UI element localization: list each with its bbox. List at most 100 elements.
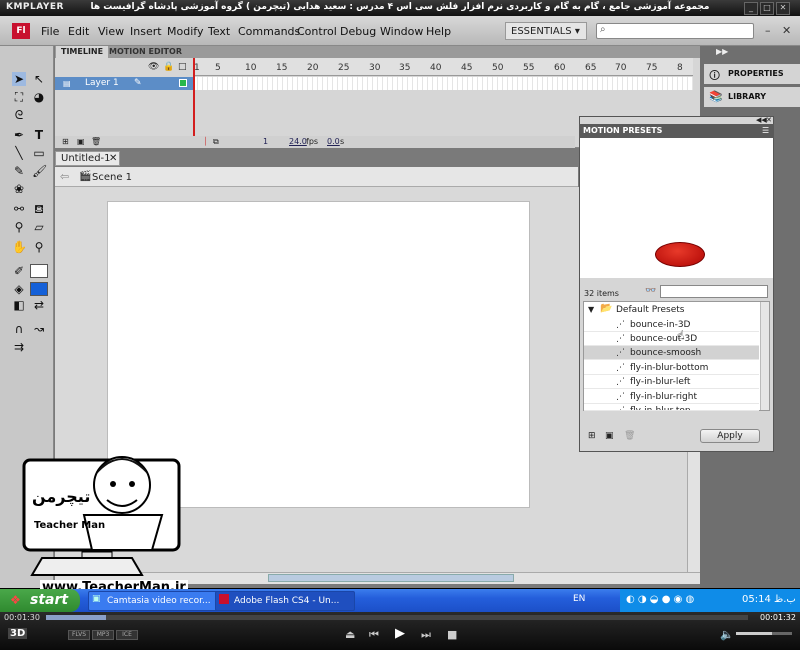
dock-properties-label: PROPERTIES xyxy=(728,69,784,78)
menu-insert[interactable]: Insert xyxy=(130,25,162,38)
preset-list-scrollbar[interactable] xyxy=(760,302,769,410)
new-layer-icon[interactable]: ⊞ xyxy=(62,136,69,148)
play-icon[interactable]: ▶ xyxy=(395,626,405,641)
fps-value[interactable]: 24.0 xyxy=(289,136,307,148)
swap-colors-icon[interactable]: ⇄ xyxy=(32,298,46,312)
outline-icon[interactable]: □ xyxy=(178,62,187,72)
list-item[interactable]: ⋰ fly-in-blur-top xyxy=(584,404,759,411)
frame-number: 15 xyxy=(276,63,288,73)
black-white-icon[interactable]: ◧ xyxy=(12,298,26,312)
tray-icons[interactable]: ◐ ◑ ◒ ● ◉ ◍ xyxy=(626,594,694,605)
close-app-icon[interactable]: ✕ xyxy=(782,24,791,37)
preset-search-input[interactable] xyxy=(660,285,768,298)
selection-tool-icon[interactable]: ➤ xyxy=(12,72,26,86)
bone-icon[interactable]: ⚯ xyxy=(12,202,26,216)
new-folder-preset-icon[interactable]: ▣ xyxy=(605,431,614,441)
list-item-selected[interactable]: ⋰ bounce-smoosh xyxy=(584,346,759,360)
new-folder-icon[interactable]: ▣ xyxy=(77,136,85,148)
layer-row[interactable]: Layer 1 xyxy=(55,77,193,90)
lasso-icon[interactable]: ᘓ xyxy=(12,108,26,122)
menu-text[interactable]: Text xyxy=(208,25,230,38)
menu-debug[interactable]: Debug xyxy=(340,25,376,38)
help-search-input[interactable]: ⌕ xyxy=(596,23,754,39)
list-item[interactable]: ⋰ fly-in-blur-bottom xyxy=(584,361,759,375)
fill-swatch[interactable] xyxy=(30,282,48,296)
menu-help[interactable]: Help xyxy=(426,25,451,38)
save-preset-icon[interactable]: ⊞ xyxy=(588,431,596,441)
3d-badge[interactable]: 3D xyxy=(8,628,28,639)
pen-icon[interactable]: ✒ xyxy=(12,128,26,142)
list-item[interactable]: ⋰ bounce-in-3D xyxy=(584,318,759,332)
task-camtasia[interactable]: Camtasia video recor... xyxy=(88,591,228,611)
list-item[interactable]: ⋰ bounce-out-3D xyxy=(584,332,759,346)
tab-motion-editor[interactable]: MOTION EDITOR xyxy=(104,46,187,58)
previous-icon[interactable]: ⏮ xyxy=(369,628,379,642)
menu-window[interactable]: Window xyxy=(380,25,423,38)
list-item[interactable]: ⋰ fly-in-blur-left xyxy=(584,375,759,389)
document-tab-label: Untitled-1 xyxy=(61,153,111,164)
back-arrow-icon[interactable]: ⇦ xyxy=(60,170,69,183)
layer-outline-color[interactable] xyxy=(179,79,187,87)
eraser-icon[interactable]: ▱ xyxy=(32,220,46,234)
pencil-icon[interactable]: ✎ xyxy=(12,164,26,178)
horizontal-scroll-thumb[interactable] xyxy=(268,574,514,582)
menu-file[interactable]: File xyxy=(41,25,59,38)
snap-magnet-icon[interactable]: ∩ xyxy=(12,322,26,336)
preview-ball xyxy=(655,242,705,267)
panel-close-icon[interactable]: ✕ xyxy=(766,116,772,124)
elapsed-time[interactable]: 0.0 xyxy=(327,136,340,148)
menu-modify[interactable]: Modify xyxy=(167,25,203,38)
zoom-icon[interactable]: ⚲ xyxy=(32,240,46,254)
seek-bar[interactable] xyxy=(46,615,748,620)
folder-expand-icon[interactable]: ▼ xyxy=(588,305,594,314)
center-frame-icon[interactable]: ⏐ xyxy=(203,136,208,148)
hand-icon[interactable]: ✋ xyxy=(12,240,27,254)
straighten-icon[interactable]: ⇉ xyxy=(12,340,26,354)
language-indicator[interactable]: EN xyxy=(573,594,585,604)
maximize-icon[interactable]: □ xyxy=(760,2,774,15)
free-transform-icon[interactable]: ⛶ xyxy=(12,90,26,104)
lock-icon[interactable]: 🔒 xyxy=(163,62,174,72)
onion-skin-icon[interactable]: ⧉ xyxy=(213,136,219,148)
apply-button[interactable]: Apply xyxy=(700,429,760,443)
eyedropper-icon[interactable]: ⚲ xyxy=(12,220,26,234)
fill-color-icon[interactable]: ◈ xyxy=(12,282,26,296)
delete-preset-icon[interactable]: 🗑 xyxy=(624,431,635,441)
dock-expand-icon[interactable]: ▶▶ xyxy=(716,47,728,56)
brush-icon[interactable]: 🖌 xyxy=(32,164,47,178)
menu-control[interactable]: Control xyxy=(297,25,337,38)
playhead[interactable] xyxy=(193,58,195,136)
task-flash[interactable]: Adobe Flash CS4 - Un... xyxy=(215,591,355,611)
eye-icon[interactable]: 👁 xyxy=(148,62,159,72)
panel-menu-icon[interactable]: ☰ xyxy=(762,126,769,135)
close-tab-icon[interactable]: ✕ xyxy=(109,153,117,164)
eject-icon[interactable]: ⏏ xyxy=(345,628,355,641)
delete-layer-icon[interactable]: 🗑 xyxy=(91,136,101,148)
workspace-switcher[interactable]: ESSENTIALS ▾ xyxy=(505,22,587,40)
flvs-badge: FLVS xyxy=(68,630,90,640)
line-tool-icon[interactable]: ╲ xyxy=(12,146,26,160)
stroke-swatch[interactable] xyxy=(30,264,48,278)
tab-timeline[interactable]: TIMELINE xyxy=(56,46,109,58)
frame-strip[interactable] xyxy=(193,77,693,90)
3d-rotation-icon[interactable]: ◕ xyxy=(32,90,46,104)
close-icon[interactable]: ✕ xyxy=(776,2,790,15)
minimize-app-icon[interactable]: – xyxy=(765,24,771,37)
smooth-icon[interactable]: ↝ xyxy=(32,322,46,336)
menu-commands[interactable]: Commands xyxy=(238,25,300,38)
menu-edit[interactable]: Edit xyxy=(68,25,89,38)
stop-icon[interactable]: ■ xyxy=(447,628,457,641)
menu-view[interactable]: View xyxy=(98,25,124,38)
text-tool-icon[interactable]: T xyxy=(32,128,46,142)
stroke-color-icon[interactable]: ✐ xyxy=(12,264,26,278)
minimize-icon[interactable]: _ xyxy=(744,2,758,15)
rectangle-icon[interactable]: ▭ xyxy=(32,146,46,160)
next-icon[interactable]: ⏭ xyxy=(421,628,431,642)
subselection-tool-icon[interactable]: ↖ xyxy=(32,72,46,86)
paint-bucket-icon[interactable]: ⛾ xyxy=(32,202,46,216)
list-item[interactable]: ⋰ fly-in-blur-right xyxy=(584,390,759,404)
deco-icon[interactable]: ❀ xyxy=(12,182,26,196)
volume-icon[interactable]: 🔈 xyxy=(720,628,734,641)
clock: 05:14 ب.ظ xyxy=(742,594,796,605)
scene-label[interactable]: Scene 1 xyxy=(92,172,132,183)
